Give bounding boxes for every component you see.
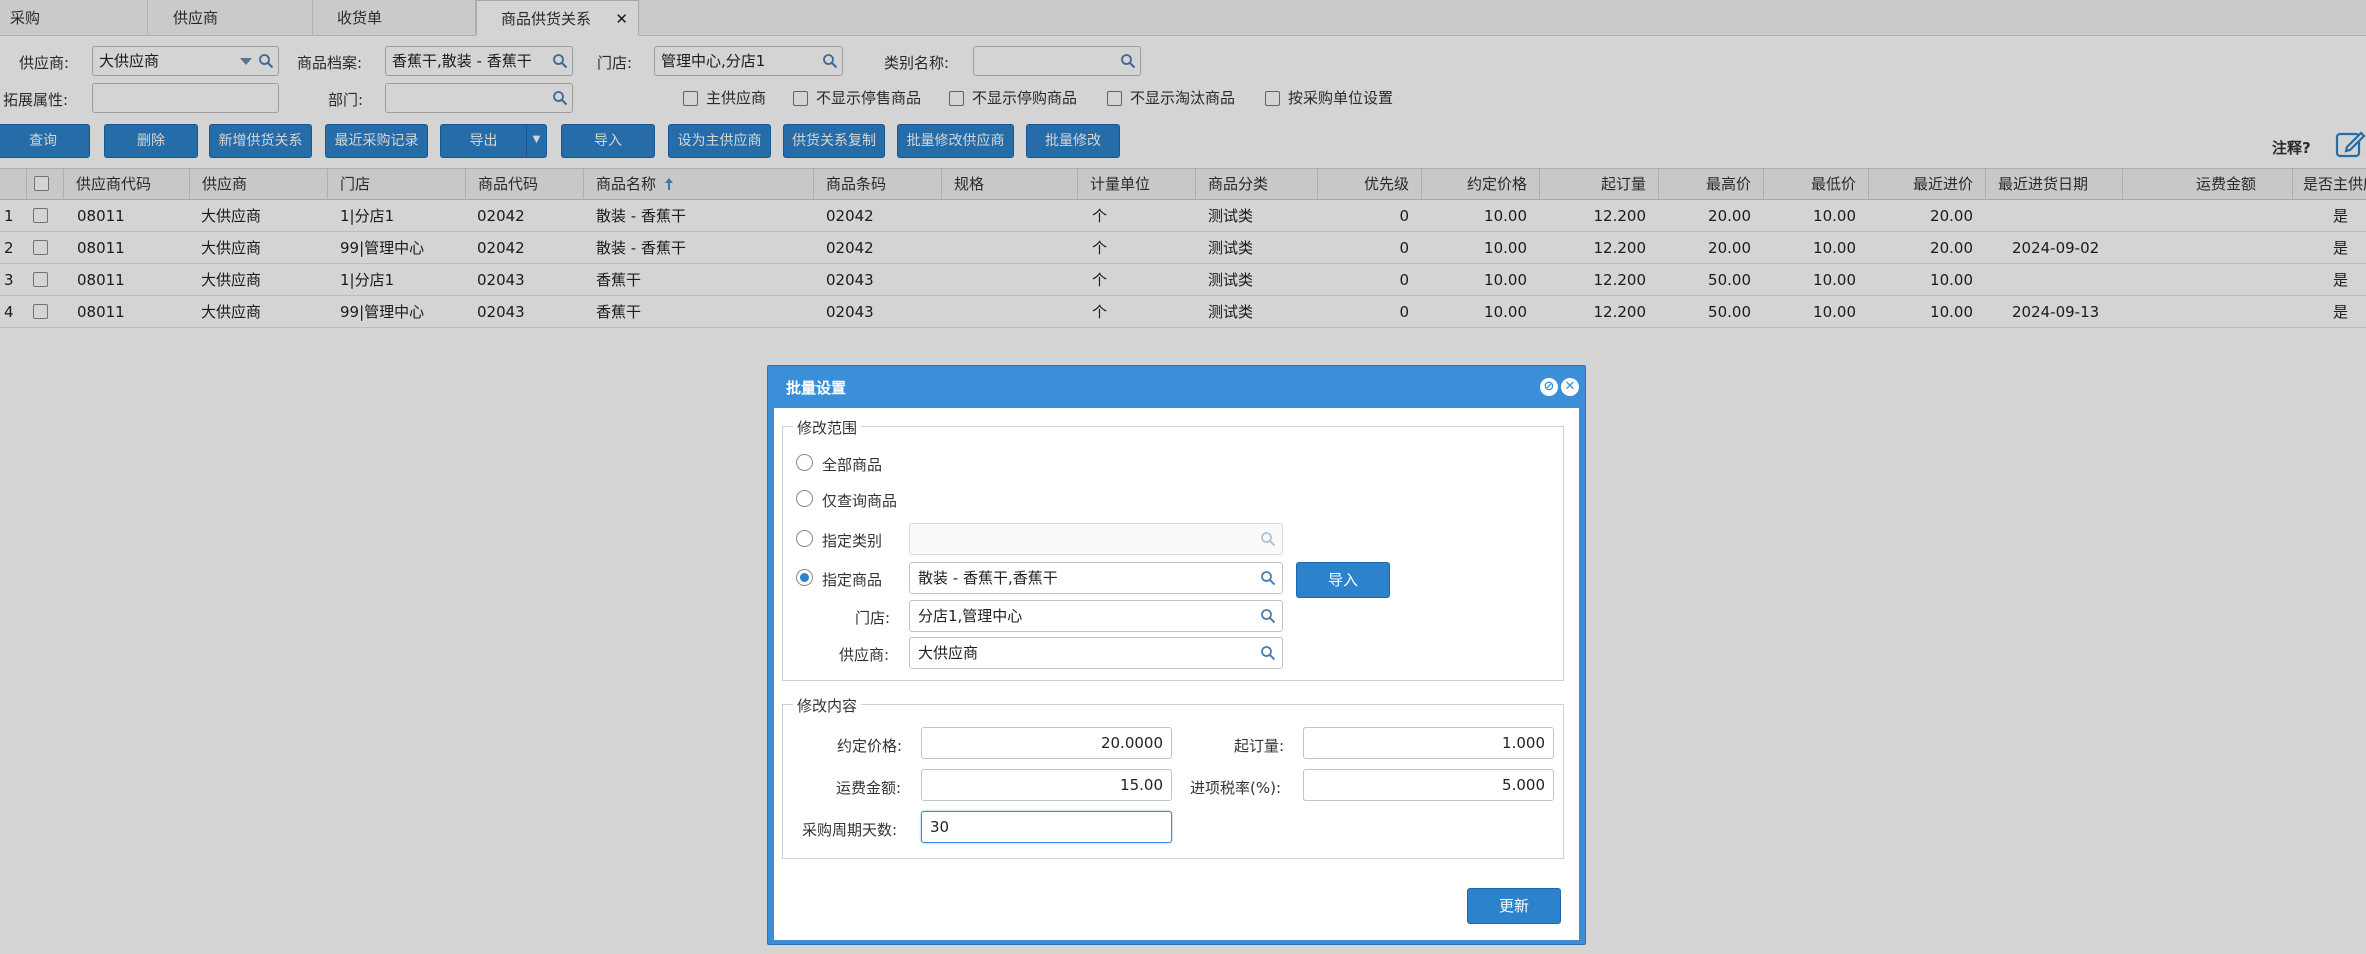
content-legend: 修改内容 xyxy=(793,695,862,716)
purchase-cycle-label: 采购周期天数: xyxy=(802,821,898,839)
moq-input[interactable]: 1.000 xyxy=(1303,727,1554,759)
category-input[interactable] xyxy=(909,523,1283,555)
radio-specified-category[interactable] xyxy=(796,530,813,547)
specified-products-value: 散装 - 香蕉干,香蕉干 xyxy=(918,569,1058,587)
import-products-button[interactable]: 导入 xyxy=(1296,562,1390,598)
tax-rate-label: 进项税率(%): xyxy=(1190,779,1282,797)
radio-queried-products-label[interactable]: 仅查询商品 xyxy=(822,490,897,511)
moq-label: 起订量: xyxy=(1234,737,1285,755)
supplier-label: 供应商: xyxy=(839,646,890,664)
radio-specified-category-label[interactable]: 指定类别 xyxy=(822,530,882,551)
search-icon[interactable] xyxy=(1260,608,1276,624)
specified-products-input[interactable]: 散装 - 香蕉干,香蕉干 xyxy=(909,562,1283,594)
search-icon[interactable] xyxy=(1260,531,1276,547)
agreed-price-label: 约定价格: xyxy=(837,737,903,755)
update-button[interactable]: 更新 xyxy=(1467,888,1561,924)
dialog-body: 修改范围 全部商品 仅查询商品 指定类别 指定商品 散装 - 香蕉干,香蕉干 导… xyxy=(774,408,1579,940)
content-fieldset: 修改内容 约定价格: 20.0000 起订量: 1.000 运费金额: 15.0… xyxy=(782,695,1564,859)
scope-fieldset: 修改范围 全部商品 仅查询商品 指定类别 指定商品 散装 - 香蕉干,香蕉干 导… xyxy=(782,417,1564,681)
search-icon[interactable] xyxy=(1260,570,1276,586)
scope-legend: 修改范围 xyxy=(793,417,862,438)
search-icon[interactable] xyxy=(1260,645,1276,661)
store-value: 分店1,管理中心 xyxy=(918,607,1023,625)
dialog-title: 批量设置 xyxy=(786,379,847,397)
radio-all-products[interactable] xyxy=(796,454,813,471)
radio-specified-products-label[interactable]: 指定商品 xyxy=(822,569,882,590)
radio-specified-products[interactable] xyxy=(796,569,813,586)
supplier-input[interactable]: 大供应商 xyxy=(909,637,1283,669)
store-input[interactable]: 分店1,管理中心 xyxy=(909,600,1283,632)
freight-label: 运费金额: xyxy=(836,779,902,797)
store-label: 门店: xyxy=(855,609,891,627)
restore-icon[interactable]: ⊘ xyxy=(1540,378,1558,396)
close-icon[interactable]: ✕ xyxy=(1561,378,1579,396)
radio-all-products-label[interactable]: 全部商品 xyxy=(822,454,882,475)
purchase-cycle-input[interactable]: 30 xyxy=(921,811,1172,843)
agreed-price-input[interactable]: 20.0000 xyxy=(921,727,1172,759)
radio-queried-products[interactable] xyxy=(796,490,813,507)
freight-input[interactable]: 15.00 xyxy=(921,769,1172,801)
tax-rate-input[interactable]: 5.000 xyxy=(1303,769,1554,801)
supplier-value: 大供应商 xyxy=(918,644,979,662)
batch-settings-dialog: 批量设置 ⊘ ✕ 修改范围 全部商品 仅查询商品 指定类别 指定商品 散装 - … xyxy=(767,365,1586,945)
